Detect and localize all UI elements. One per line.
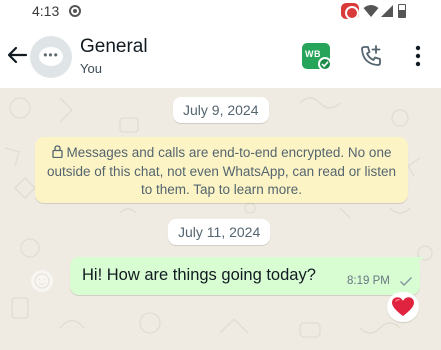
outgoing-message[interactable]: Hi! How are things going today? 8:19 PM: [70, 257, 424, 295]
reaction-add-button[interactable]: [31, 270, 53, 292]
wifi-icon: [363, 5, 379, 17]
encryption-notice-text: Messages and calls are end-to-end encryp…: [47, 145, 396, 197]
verified-check-icon: [318, 57, 332, 71]
chat-title[interactable]: General: [80, 36, 148, 58]
chat-subtitle[interactable]: You: [80, 61, 102, 76]
message-reaction[interactable]: [387, 292, 419, 322]
encryption-notice[interactable]: Messages and calls are end-to-end encryp…: [35, 137, 408, 203]
screen-record-icon: [341, 3, 359, 20]
read-check-icon: [400, 277, 412, 286]
status-bar: 4:13: [0, 0, 441, 26]
lock-icon: [51, 145, 63, 158]
chat-area[interactable]: July 9, 2024 Messages and calls are end-…: [0, 88, 441, 350]
chat-header: ••• General You WB: [0, 26, 441, 88]
date-separator: July 11, 2024: [168, 219, 271, 245]
business-badge-text: WB: [305, 49, 321, 59]
more-vert-icon[interactable]: [414, 45, 422, 67]
call-add-icon[interactable]: [359, 44, 383, 68]
date-separator: July 9, 2024: [173, 97, 269, 123]
back-arrow-icon[interactable]: [6, 44, 28, 66]
battery-icon: [398, 4, 406, 18]
signal-icon: [381, 5, 393, 17]
whatsapp-business-button[interactable]: WB: [302, 43, 332, 71]
notification-dot-icon: [69, 5, 81, 17]
emoji-icon: [34, 273, 50, 289]
message-text: Hi! How are things going today?: [82, 266, 316, 284]
status-time: 4:13: [32, 3, 60, 19]
message-time: 8:19 PM: [347, 275, 390, 287]
avatar[interactable]: •••: [30, 36, 72, 78]
heart-icon: [392, 297, 414, 316]
